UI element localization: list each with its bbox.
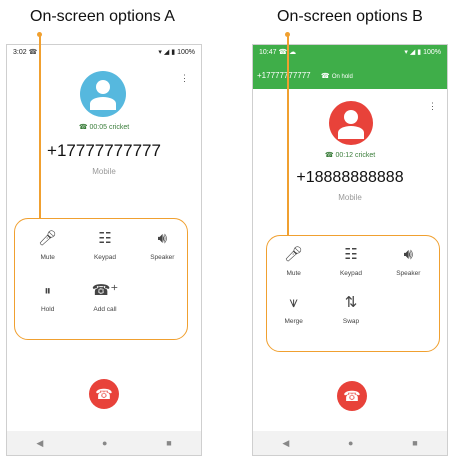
battery-icon: ▮ — [417, 49, 422, 56]
held-number: +17777777777 — [257, 71, 311, 80]
battery-icon: ▮ — [171, 49, 176, 56]
home-icon[interactable]: ● — [348, 438, 353, 448]
recents-icon[interactable]: ■ — [166, 438, 171, 448]
nav-bar: ◀ ● ■ — [7, 431, 201, 455]
call-duration: ☎ 00:12 cricket — [324, 152, 376, 159]
phone-number: +17777777777 — [47, 141, 161, 160]
options-highlight-a — [14, 218, 188, 340]
battery-percent: 100% — [177, 48, 195, 56]
back-icon[interactable]: ◀ — [36, 438, 43, 449]
signal-icon: ◢ — [163, 49, 170, 56]
end-call-icon: ☎ — [343, 387, 361, 404]
call-duration: ☎ 00:05 cricket — [78, 124, 130, 131]
held-status: On hold — [331, 74, 353, 80]
end-call-button[interactable]: ☎ — [337, 381, 367, 411]
contact-avatar — [80, 71, 126, 117]
more-options-icon[interactable]: ⋮ — [428, 101, 437, 112]
status-bar: 10:47 ☎ ☁ ▾ ◢ ▮ 100% — [253, 45, 447, 59]
signal-icon: ◢ — [409, 49, 416, 56]
held-call-banner[interactable]: +17777777777 ☎ On hold — [257, 71, 353, 80]
end-call-button[interactable]: ☎ — [89, 379, 119, 409]
back-icon[interactable]: ◀ — [282, 438, 289, 449]
number-type: Mobile — [338, 193, 362, 202]
callout-line-b — [287, 36, 289, 236]
phone-status-icon: ☎ — [28, 49, 38, 56]
wifi-icon: ▾ — [404, 49, 408, 56]
callout-line-a — [39, 36, 41, 219]
phone-number: +18888888888 — [296, 169, 404, 186]
held-call-icon: ☎ — [320, 73, 330, 80]
options-highlight-b — [266, 235, 440, 352]
status-time: 10:47 — [259, 49, 277, 56]
caption-options-a: On-screen options A — [30, 8, 175, 25]
contact-avatar — [329, 101, 373, 145]
status-time: 3:02 — [13, 49, 27, 56]
wifi-icon: ▾ — [158, 49, 162, 56]
caption-options-b: On-screen options B — [277, 8, 423, 25]
number-type: Mobile — [92, 167, 116, 176]
status-bar: 3:02 ☎ ▾ ◢ ▮ 100% — [7, 45, 201, 59]
recents-icon[interactable]: ■ — [412, 438, 417, 448]
battery-percent: 100% — [423, 48, 441, 56]
end-call-icon: ☎ — [95, 385, 113, 402]
more-options-icon[interactable]: ⋮ — [180, 73, 189, 84]
home-icon[interactable]: ● — [102, 438, 107, 448]
nav-bar: ◀ ● ■ — [253, 431, 447, 455]
